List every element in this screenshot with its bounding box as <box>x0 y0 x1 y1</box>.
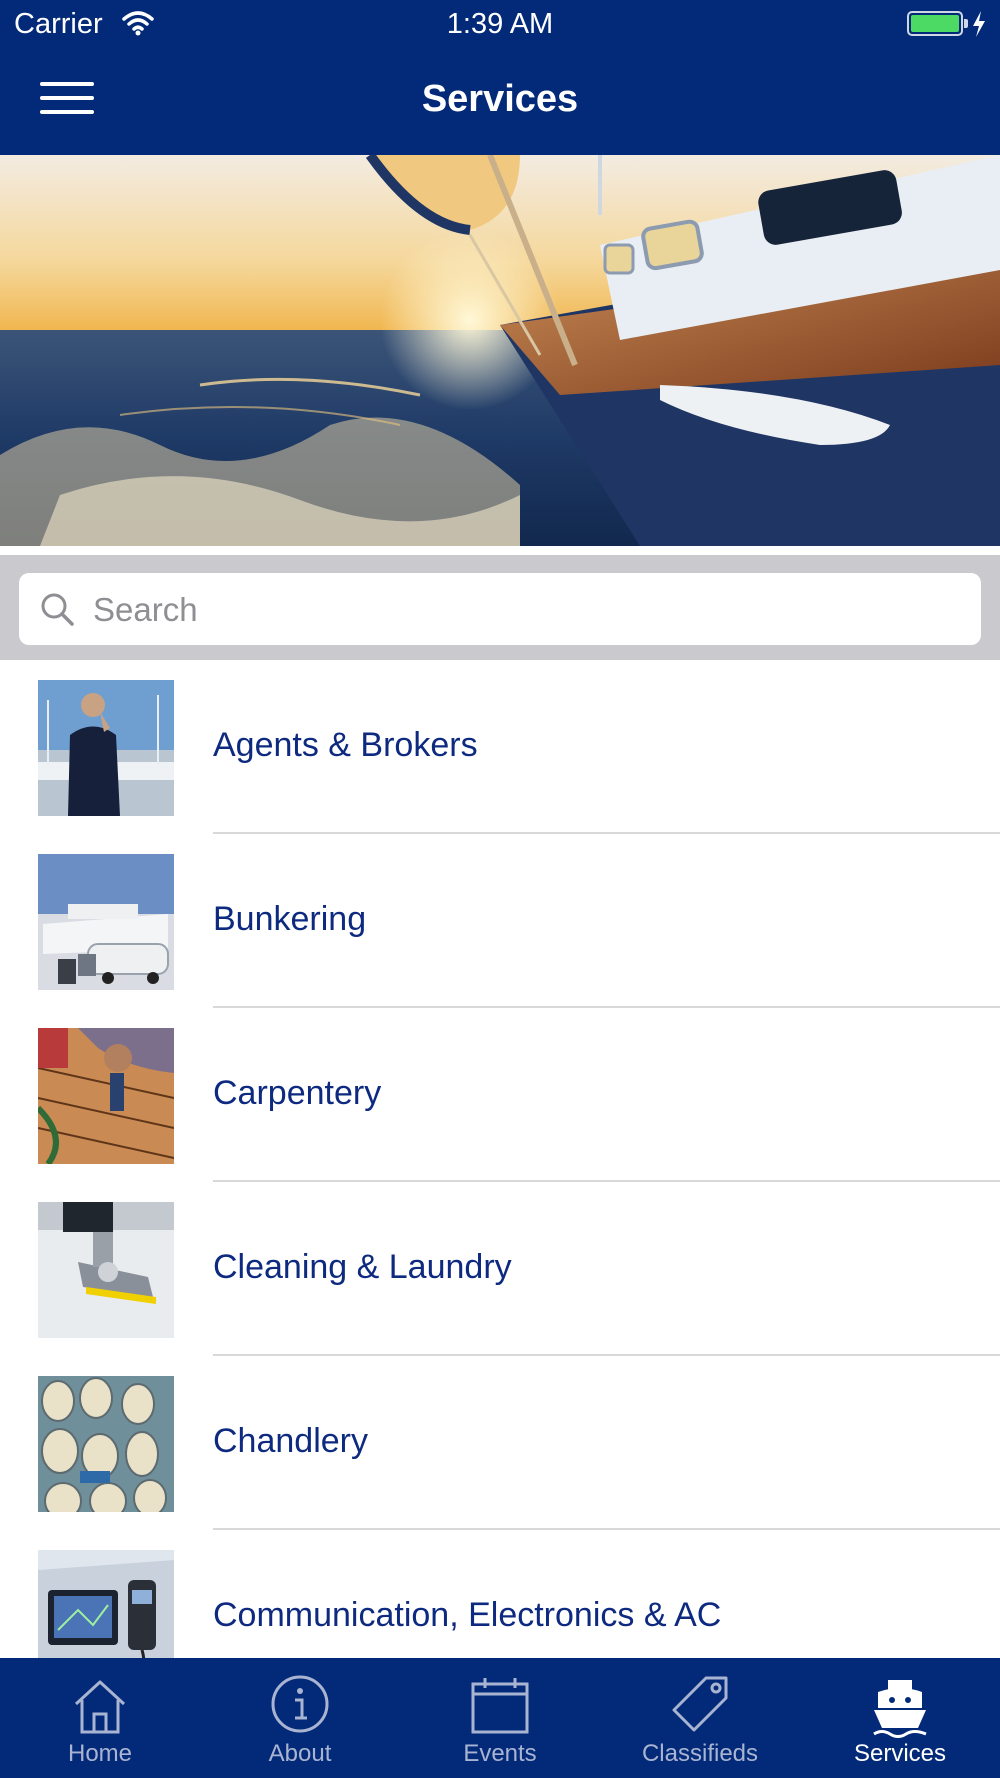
electronics-photo <box>38 1550 174 1658</box>
service-label: Communication, Electronics & AC <box>213 1596 722 1634</box>
cleaning-photo <box>38 1202 174 1338</box>
tab-label: Home <box>67 1740 133 1767</box>
tab-bar: Home About Events Classifieds Services <box>0 1658 1000 1778</box>
list-item[interactable]: Communication, Electronics & AC <box>0 1530 1000 1658</box>
list-item[interactable]: Agents & Brokers <box>0 660 1000 834</box>
status-bar: Carrier 1:39 AM <box>0 0 1000 50</box>
charging-bolt-icon <box>973 11 985 37</box>
tab-events[interactable]: Events <box>400 1658 600 1778</box>
service-label: Cleaning & Laundry <box>213 1248 512 1286</box>
chandlery-photo <box>38 1376 174 1512</box>
service-label: Agents & Brokers <box>213 726 478 764</box>
search-icon <box>41 593 74 626</box>
home-icon <box>74 1680 126 1734</box>
tag-icon <box>672 1676 728 1732</box>
bunkering-photo <box>38 854 174 990</box>
service-label: Bunkering <box>213 900 367 938</box>
tab-label: Classifieds <box>641 1740 759 1767</box>
boat-icon <box>873 1680 927 1738</box>
list-item[interactable]: Cleaning & Laundry <box>0 1182 1000 1356</box>
search-bar: Search <box>0 555 1000 660</box>
app-header: Carrier 1:39 AM Services <box>0 0 1000 155</box>
search-placeholder: Search <box>93 591 198 628</box>
battery-icon <box>907 11 968 36</box>
tab-label: About <box>268 1740 332 1767</box>
service-label: Chandlery <box>213 1422 368 1460</box>
tab-classifieds[interactable]: Classifieds <box>600 1658 800 1778</box>
tab-label: Events <box>463 1740 537 1767</box>
battery-nub <box>964 19 968 28</box>
status-time: 1:39 AM <box>446 8 554 40</box>
search-input[interactable]: Search <box>19 573 981 645</box>
list-item[interactable]: Carpentery <box>0 1008 1000 1182</box>
services-list: Agents & Brokers Bunkering Carpentery Cl… <box>0 660 1000 1658</box>
page-title: Services <box>421 78 579 120</box>
tab-about[interactable]: About <box>200 1658 400 1778</box>
calendar-icon <box>471 1678 529 1734</box>
tab-label: Services <box>853 1740 947 1767</box>
tab-services[interactable]: Services <box>800 1658 1000 1778</box>
carpentry-photo <box>38 1028 174 1164</box>
sailboat-illustration <box>0 155 1000 546</box>
tab-home[interactable]: Home <box>0 1658 200 1778</box>
hero-sailboat-image <box>0 155 1000 546</box>
info-icon <box>271 1675 329 1733</box>
battery-fill <box>911 15 959 32</box>
list-item[interactable]: Chandlery <box>0 1356 1000 1530</box>
list-item[interactable]: Bunkering <box>0 834 1000 1008</box>
agent-photo <box>38 680 174 816</box>
service-label: Carpentery <box>213 1074 382 1112</box>
